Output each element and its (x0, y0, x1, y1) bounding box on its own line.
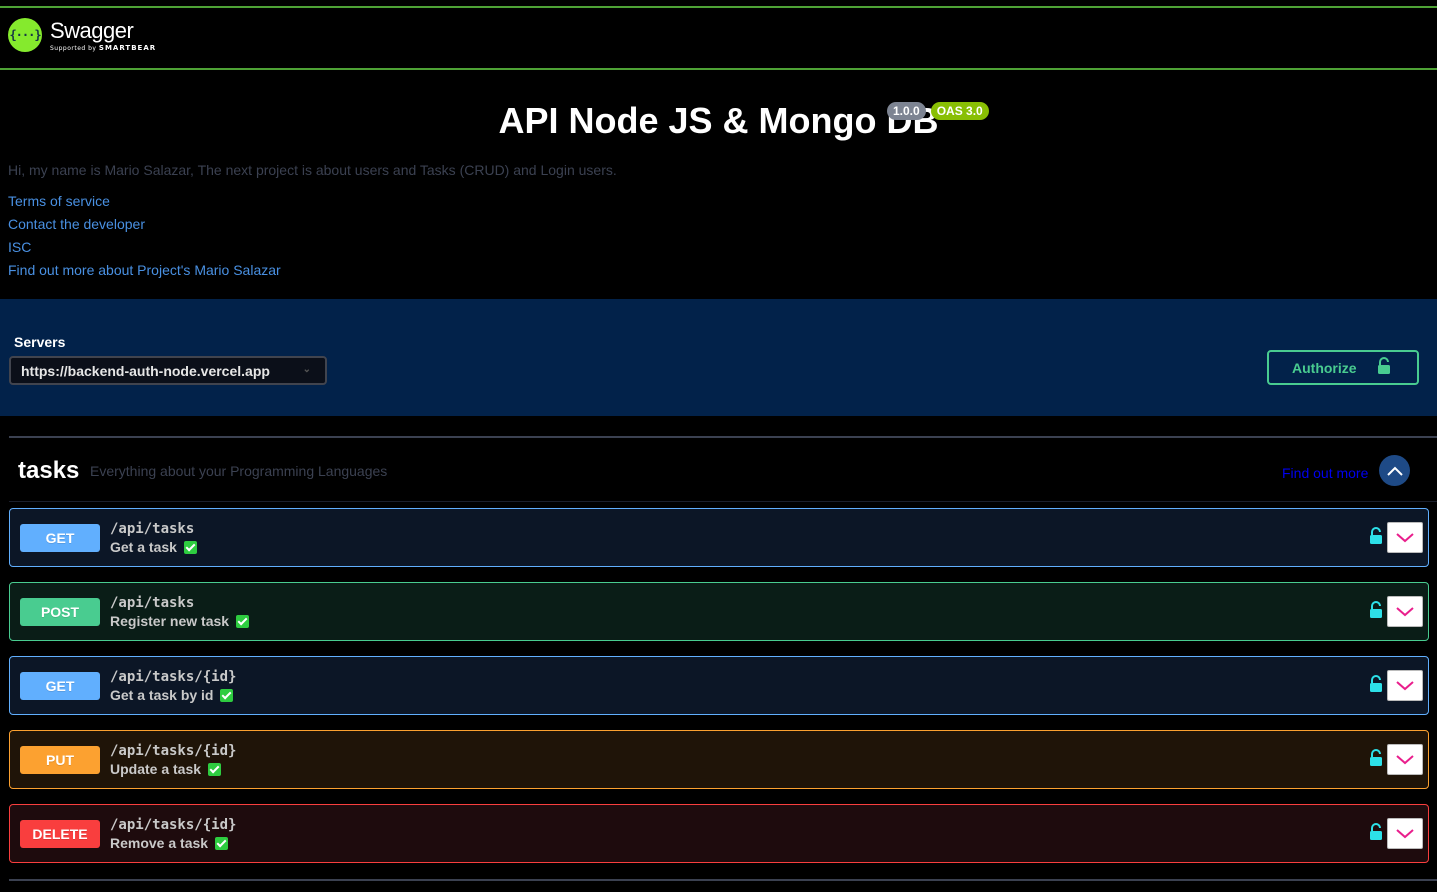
method-badge: GET (20, 524, 100, 552)
authorize-button[interactable]: Authorize (1267, 350, 1419, 385)
api-description: Hi, my name is Mario Salazar, The next p… (8, 162, 617, 178)
unlocked-icon[interactable] (1369, 823, 1383, 846)
server-select[interactable]: https://backend-auth-node.vercel.app ⌄ (9, 356, 327, 385)
chevron-down-icon (1396, 532, 1414, 542)
check-icon (183, 540, 197, 554)
servers-label: Servers (14, 334, 66, 350)
tag-description: Everything about your Programming Langua… (90, 463, 388, 479)
chevron-down-icon (1396, 828, 1414, 838)
info-links: Terms of service Contact the developer I… (8, 193, 281, 285)
unlocked-icon[interactable] (1369, 749, 1383, 772)
unlocked-icon[interactable] (1369, 675, 1383, 698)
collapse-tag-button[interactable] (1379, 455, 1410, 486)
brand-name: Swagger (50, 18, 134, 43)
section-divider (9, 879, 1437, 881)
server-selected-value: https://backend-auth-node.vercel.app (21, 363, 270, 379)
operation-path: /api/tasks (110, 595, 195, 611)
contact-developer-link[interactable]: Contact the developer (8, 216, 281, 239)
operation-summary: Get a task (110, 539, 197, 555)
external-docs-link[interactable]: Find out more about Project's Mario Sala… (8, 262, 281, 285)
expand-operation-button[interactable] (1387, 596, 1423, 627)
tag-name: tasks (18, 457, 80, 484)
operation-summary: Get a task by id (110, 687, 234, 703)
license-link[interactable]: ISC (8, 239, 281, 262)
tag-find-out-more-link[interactable]: Find out more (1282, 465, 1368, 481)
authorize-label: Authorize (1292, 359, 1357, 376)
operation-get-task-by-id[interactable]: GET /api/tasks/{id} Get a task by id (9, 656, 1429, 715)
operation-summary: Remove a task (110, 835, 229, 851)
chevron-up-icon (1386, 466, 1403, 476)
check-icon (236, 614, 250, 628)
page-title: API Node JS & Mongo DB (498, 100, 939, 141)
operation-post-tasks[interactable]: POST /api/tasks Register new task (9, 582, 1429, 641)
expand-operation-button[interactable] (1387, 818, 1423, 849)
check-icon (208, 762, 222, 776)
operation-get-tasks[interactable]: GET /api/tasks Get a task (9, 508, 1429, 567)
brand-sub: Supported by SMARTBEAR (50, 44, 157, 52)
operation-path: /api/tasks/{id} (110, 743, 237, 759)
expand-operation-button[interactable] (1387, 670, 1423, 701)
chevron-down-icon: ⌄ (302, 364, 311, 375)
operation-path: /api/tasks/{id} (110, 669, 237, 685)
operation-path: /api/tasks (110, 521, 195, 537)
servers-bar: Servers https://backend-auth-node.vercel… (0, 299, 1437, 416)
oas-badge: OAS 3.0 (930, 102, 989, 120)
chevron-down-icon (1396, 680, 1414, 690)
method-badge: DELETE (20, 820, 100, 848)
method-badge: PUT (20, 746, 100, 774)
chevron-down-icon (1396, 754, 1414, 764)
expand-operation-button[interactable] (1387, 522, 1423, 553)
tag-header-tasks[interactable]: tasks Everything about your Programming … (9, 438, 1437, 502)
operation-put-task[interactable]: PUT /api/tasks/{id} Update a task (9, 730, 1429, 789)
check-icon (220, 688, 234, 702)
top-bar: {···} Swagger Supported by SMARTBEAR (0, 6, 1437, 70)
chevron-down-icon (1396, 606, 1414, 616)
operation-path: /api/tasks/{id} (110, 817, 237, 833)
unlocked-icon[interactable] (1369, 527, 1383, 550)
method-badge: POST (20, 598, 100, 626)
unlocked-icon[interactable] (1369, 601, 1383, 624)
api-info: API Node JS & Mongo DB 1.0.0 OAS 3.0 Hi,… (0, 70, 1437, 299)
expand-operation-button[interactable] (1387, 744, 1423, 775)
version-badge: 1.0.0 (887, 102, 926, 120)
operation-delete-task[interactable]: DELETE /api/tasks/{id} Remove a task (9, 804, 1429, 863)
method-badge: GET (20, 672, 100, 700)
check-icon (215, 836, 229, 850)
operation-summary: Update a task (110, 761, 222, 777)
swagger-logo-icon: {···} (8, 18, 42, 52)
swagger-logo-link[interactable]: {···} Swagger Supported by SMARTBEAR (8, 18, 156, 52)
operation-summary: Register new task (110, 613, 250, 629)
terms-of-service-link[interactable]: Terms of service (8, 193, 281, 216)
unlocked-icon (1377, 357, 1391, 378)
